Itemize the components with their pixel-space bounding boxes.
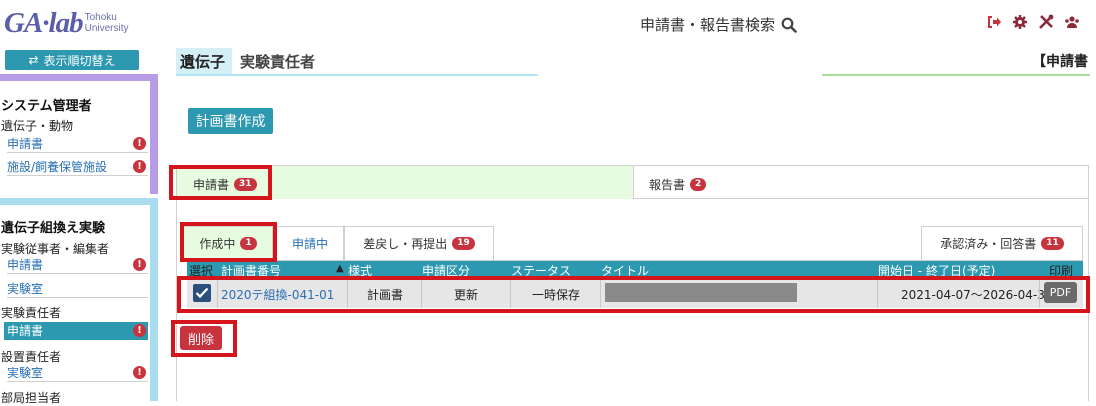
sort-toggle-label: 表示順切替え [43,53,116,68]
alert-icon: ! [133,137,146,150]
search-link[interactable]: 申請書・報告書検索 [640,14,797,35]
sidebar-item-installer-labs[interactable]: 実験室 ! [7,364,148,382]
tools-icon[interactable] [1038,14,1054,30]
department-group: 部局担当者 [1,391,62,405]
breadcrumb-section: 遺伝子 [176,48,232,74]
sidebar-item-admin-applications[interactable]: 申請書 ! [7,135,148,153]
sort-asc-icon[interactable]: ▲ [336,263,344,274]
admin-panel: システム管理者 遺伝子・動物 申請書 ! 施設/飼養保管施設 ! [0,74,158,194]
highlight-table-row [177,276,1090,313]
breadcrumb-underline [176,74,538,76]
title-underline [822,74,1090,76]
experimenter-group: 実験従事者・編集者 [1,242,110,256]
subtab-returned[interactable]: 差戻し・再提出 19 [344,226,494,260]
alert-icon: ! [133,366,146,379]
count-badge: 2 [690,178,707,191]
subtab-applying-label: 申請中 [291,237,328,251]
count-badge: 11 [1041,237,1064,250]
highlight-tab-applications [169,165,272,200]
header-icon-bar [986,14,1080,30]
sidebar-item-admin-facilities[interactable]: 施設/飼養保管施設 ! [7,158,148,176]
highlight-subtab-drafting [180,222,277,262]
gear-icon[interactable] [1012,14,1028,30]
breadcrumb-role: 実験責任者 [240,53,316,71]
admin-title: システム管理者 [1,99,92,114]
tab-reports-label: 報告書 [649,178,686,192]
app-logo[interactable]: GA·lab Tohoku University [4,6,129,40]
sort-toggle-button[interactable]: ⇄ 表示順切替え [5,50,139,70]
sidebar-item-responsible-applications[interactable]: 申請書 ! [4,322,148,340]
subtab-approved-label: 承認済み・回答書 [940,237,1037,251]
create-plan-button[interactable]: 計画書作成 [188,108,273,134]
logo-text: GA·lab [4,6,84,39]
search-title: 申請書・報告書検索 [640,16,776,34]
highlight-delete-button [171,320,237,357]
subtab-applying[interactable]: 申請中 [276,226,344,260]
sidebar-item-experimenter-applications[interactable]: 申請書 ! [7,256,148,274]
admin-group: 遺伝子・動物 [1,119,74,133]
search-icon [781,17,797,33]
logo-university: Tohoku University [84,12,129,34]
swap-icon: ⇄ [28,53,39,67]
responsible-group: 実験責任者 [1,306,62,320]
subtab-approved[interactable]: 承認済み・回答書 11 [921,226,1083,260]
sign-out-icon[interactable] [986,14,1002,30]
alert-icon: ! [133,160,146,173]
recombination-panel: 遺伝子組換え実験 実験従事者・編集者 申請書 ! 実験室 実験責任者 申請書 !… [0,198,158,405]
alert-icon: ! [133,324,146,337]
alert-icon: ! [133,258,146,271]
recombination-title: 遺伝子組換え実験 [1,221,106,236]
page-title: 【申請書 [1032,54,1088,70]
count-badge: 19 [452,237,475,250]
users-icon[interactable] [1064,14,1080,30]
sidebar-item-experimenter-labs[interactable]: 実験室 [7,280,148,298]
installer-group: 設置責任者 [1,350,62,364]
subtab-returned-label: 差戻し・再提出 [363,237,448,251]
tab-reports[interactable]: 報告書 2 [633,166,1088,199]
